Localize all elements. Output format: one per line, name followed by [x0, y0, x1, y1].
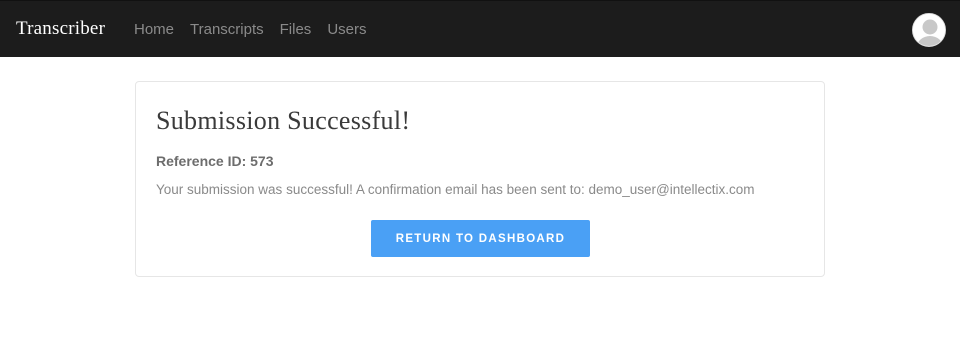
- nav-link-home[interactable]: Home: [134, 21, 174, 39]
- return-to-dashboard-button[interactable]: RETURN TO DASHBOARD: [371, 220, 590, 257]
- page-title: Submission Successful!: [156, 106, 411, 135]
- avatar-silhouette-icon: [913, 14, 945, 46]
- nav-links: Home Transcripts Files Users: [134, 21, 382, 39]
- submission-card: Submission Successful! Reference ID: 573…: [135, 81, 825, 277]
- reference-id: Reference ID: 573: [156, 153, 274, 169]
- brand-logo[interactable]: Transcriber: [16, 18, 105, 40]
- confirmation-message: Your submission was successful! A confir…: [156, 182, 755, 197]
- nav-link-files[interactable]: Files: [280, 21, 312, 39]
- nav-link-users[interactable]: Users: [327, 21, 366, 39]
- nav-link-transcripts[interactable]: Transcripts: [190, 21, 264, 39]
- top-navbar: Transcriber Home Transcripts Files Users: [0, 0, 960, 57]
- user-avatar-icon[interactable]: [912, 13, 946, 47]
